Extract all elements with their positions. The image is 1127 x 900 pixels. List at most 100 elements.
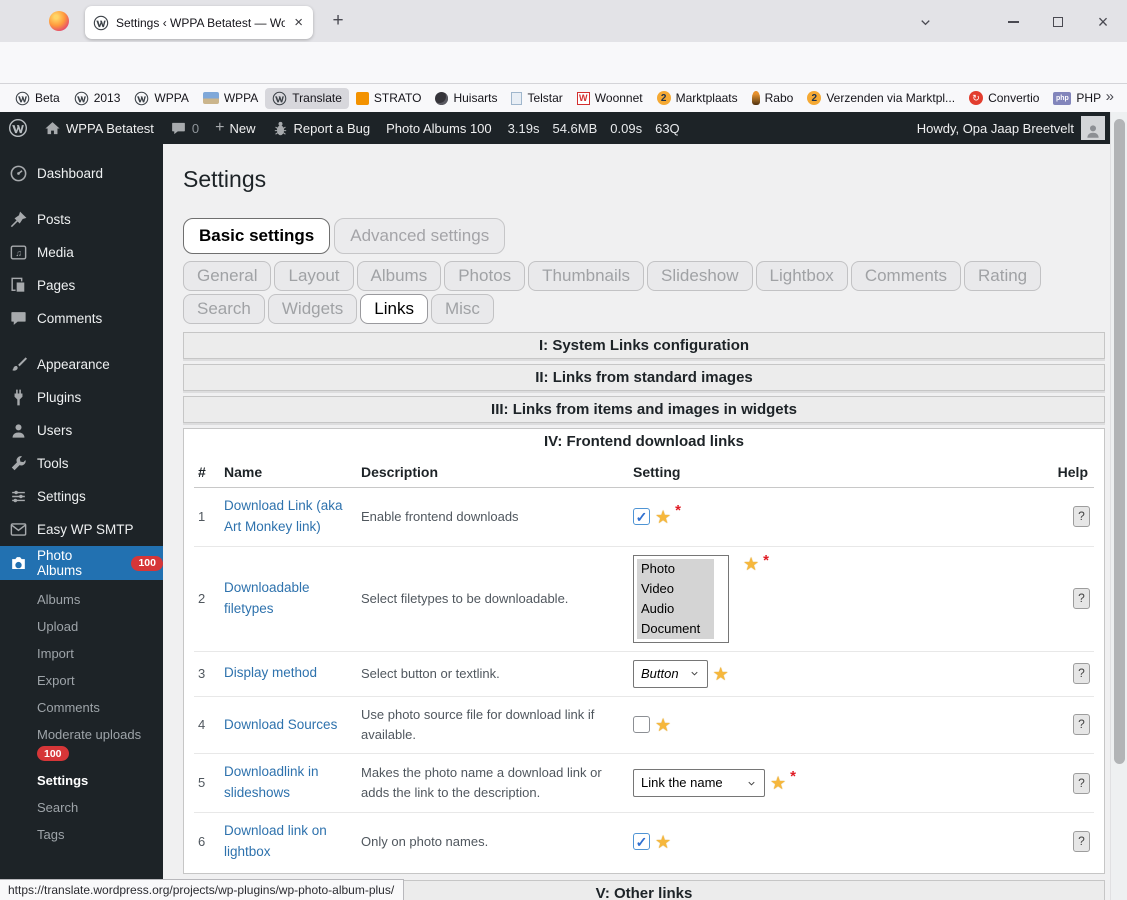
bookmark-beta[interactable]: Beta bbox=[8, 88, 67, 109]
setting-description: Select filetypes to be downloadable. bbox=[357, 546, 629, 652]
new-content-link[interactable]: + New bbox=[207, 112, 263, 144]
browser-tab[interactable]: Settings ‹ WPPA Betatest — Wor × bbox=[85, 6, 313, 39]
bookmark-marktplaats[interactable]: 2 Marktplaats bbox=[650, 88, 745, 108]
sidebar-item-users[interactable]: Users bbox=[0, 414, 163, 447]
sidebar-item-posts[interactable]: Posts bbox=[0, 203, 163, 236]
tab-widgets[interactable]: Widgets bbox=[267, 294, 358, 324]
option-document[interactable]: Document bbox=[637, 618, 714, 639]
setting-link-download-link[interactable]: Download Link (aka Art Monkey link) bbox=[224, 498, 343, 534]
window-close-button[interactable]: × bbox=[1086, 9, 1120, 35]
tab-layout[interactable]: Layout bbox=[274, 261, 354, 291]
sidebar-item-comments[interactable]: Comments bbox=[0, 302, 163, 335]
advanced-settings-button[interactable]: Advanced settings bbox=[334, 218, 506, 254]
photo-albums-link[interactable]: Photo Albums 100 bbox=[378, 112, 500, 144]
tab-lightbox[interactable]: Lightbox bbox=[755, 261, 848, 291]
sidebar-item-dashboard[interactable]: Dashboard bbox=[0, 157, 163, 190]
tab-albums[interactable]: Albums bbox=[356, 261, 442, 291]
tab-search[interactable]: Search bbox=[183, 294, 265, 324]
sidebar-item-settings[interactable]: Settings bbox=[0, 480, 163, 513]
tab-photos[interactable]: Photos bbox=[444, 261, 526, 291]
help-button[interactable]: ? bbox=[1073, 772, 1090, 794]
basic-settings-button[interactable]: Basic settings bbox=[183, 218, 331, 254]
downloadlink-slideshows-select[interactable]: Link the name bbox=[633, 769, 765, 798]
submenu-item-search[interactable]: Search bbox=[0, 794, 163, 821]
convertio-icon: ↻ bbox=[969, 91, 984, 105]
download-sources-checkbox[interactable] bbox=[633, 716, 650, 734]
setting-link-display-method[interactable]: Display method bbox=[224, 665, 317, 680]
comments-moderation-link[interactable]: 0 bbox=[162, 112, 207, 144]
section-standard-images[interactable]: II: Links from standard images bbox=[183, 364, 1105, 391]
account-menu[interactable]: Howdy, Opa Jaap Breetvelt bbox=[917, 116, 1127, 140]
submenu-item-export[interactable]: Export bbox=[0, 667, 163, 694]
sidebar-item-plugins[interactable]: Plugins bbox=[0, 381, 163, 414]
bookmark-telstar[interactable]: Telstar bbox=[504, 88, 569, 108]
sidebar-item-tools[interactable]: Tools bbox=[0, 447, 163, 480]
bookmark-php[interactable]: php PHP bbox=[1046, 88, 1108, 108]
tab-links[interactable]: Links bbox=[360, 294, 428, 324]
sidebar-item-media[interactable]: Media bbox=[0, 236, 163, 269]
help-button[interactable]: ? bbox=[1073, 588, 1090, 610]
bookmark-translate[interactable]: Translate bbox=[265, 87, 349, 109]
sidebar-item-easy-wp-smtp[interactable]: Easy WP SMTP bbox=[0, 513, 163, 546]
option-photo[interactable]: Photo bbox=[637, 558, 714, 579]
section-widget-links[interactable]: III: Links from items and images in widg… bbox=[183, 396, 1105, 423]
report-bug-link[interactable]: Report a Bug bbox=[264, 112, 379, 144]
bookmarks-overflow-chevron[interactable]: » bbox=[1101, 87, 1119, 106]
firefox-icon[interactable] bbox=[49, 11, 69, 31]
minimize-button[interactable] bbox=[996, 9, 1030, 35]
scrollbar-thumb[interactable] bbox=[1114, 119, 1125, 764]
bookmark-rabo[interactable]: Rabo bbox=[745, 88, 801, 108]
site-name-link[interactable]: WPPA Betatest bbox=[36, 112, 162, 144]
filetypes-multiselect[interactable]: Photo Video Audio Document bbox=[633, 554, 729, 643]
tab-rating[interactable]: Rating bbox=[964, 261, 1042, 291]
sidebar-item-pages[interactable]: Pages bbox=[0, 269, 163, 302]
bookmark-2013[interactable]: 2013 bbox=[67, 88, 128, 109]
bookmark-wppa[interactable]: WPPA bbox=[127, 88, 195, 109]
bookmark-strato[interactable]: STRATO bbox=[349, 88, 429, 108]
tab-slideshow[interactable]: Slideshow bbox=[647, 261, 753, 291]
download-lightbox-checkbox[interactable] bbox=[633, 833, 650, 851]
help-button[interactable]: ? bbox=[1073, 663, 1090, 685]
submenu-item-tags[interactable]: Tags bbox=[0, 821, 163, 848]
help-button[interactable]: ? bbox=[1073, 831, 1090, 853]
help-button[interactable]: ? bbox=[1073, 714, 1090, 736]
submenu-item-comments[interactable]: Comments bbox=[0, 694, 163, 721]
display-method-select[interactable]: Button bbox=[633, 659, 708, 688]
tab-comments[interactable]: Comments bbox=[850, 261, 961, 291]
browser-scrollbar[interactable] bbox=[1110, 112, 1127, 900]
bookmark-wppa-site[interactable]: WPPA bbox=[196, 88, 265, 108]
bookmark-woonnet[interactable]: W Woonnet bbox=[570, 88, 650, 108]
setting-link-downloadable-filetypes[interactable]: Downloadable filetypes bbox=[224, 580, 310, 616]
tab-thumbnails[interactable]: Thumbnails bbox=[528, 261, 645, 291]
tab-misc[interactable]: Misc bbox=[430, 294, 494, 324]
sidebar-item-photo-albums[interactable]: Photo Albums 100 bbox=[0, 546, 171, 580]
wp-logo-menu[interactable] bbox=[0, 112, 36, 144]
download-link-checkbox[interactable] bbox=[633, 508, 650, 526]
maximize-button[interactable] bbox=[1041, 9, 1075, 35]
submenu-item-settings[interactable]: Settings bbox=[0, 767, 163, 794]
section-frontend-download[interactable]: IV: Frontend download links bbox=[183, 428, 1105, 455]
bookmark-verzenden[interactable]: 2 Verzenden via Marktpl... bbox=[800, 88, 962, 108]
submenu-item-moderate-uploads[interactable]: Moderate uploads 100 bbox=[0, 721, 163, 767]
help-button[interactable]: ? bbox=[1073, 506, 1090, 528]
option-audio[interactable]: Audio bbox=[637, 598, 714, 619]
bookmark-huisarts[interactable]: Huisarts bbox=[428, 88, 504, 108]
submenu-item-upload[interactable]: Upload bbox=[0, 613, 163, 640]
option-video[interactable]: Video bbox=[637, 578, 714, 599]
new-tab-button[interactable]: + bbox=[324, 8, 352, 36]
setting-link-downloadlink-slideshows[interactable]: Downloadlink in slideshows bbox=[224, 764, 319, 800]
tab-list-chevron-icon[interactable] bbox=[908, 9, 942, 35]
tab-general[interactable]: General bbox=[183, 261, 272, 291]
thumbnail-icon bbox=[202, 92, 219, 104]
section-system-links[interactable]: I: System Links configuration bbox=[183, 332, 1105, 359]
tab-close-icon[interactable]: × bbox=[292, 14, 305, 31]
sidebar-item-appearance[interactable]: Appearance bbox=[0, 348, 163, 381]
setting-link-download-lightbox[interactable]: Download link on lightbox bbox=[224, 823, 327, 859]
camera-icon bbox=[9, 554, 28, 573]
setting-link-download-sources[interactable]: Download Sources bbox=[224, 717, 337, 732]
bookmark-convertio[interactable]: ↻ Convertio bbox=[962, 88, 1046, 108]
star-icon: ★ bbox=[655, 506, 672, 527]
setting-description: Makes the photo name a download link or … bbox=[357, 753, 629, 813]
submenu-item-import[interactable]: Import bbox=[0, 640, 163, 667]
submenu-item-albums[interactable]: Albums bbox=[0, 586, 163, 613]
